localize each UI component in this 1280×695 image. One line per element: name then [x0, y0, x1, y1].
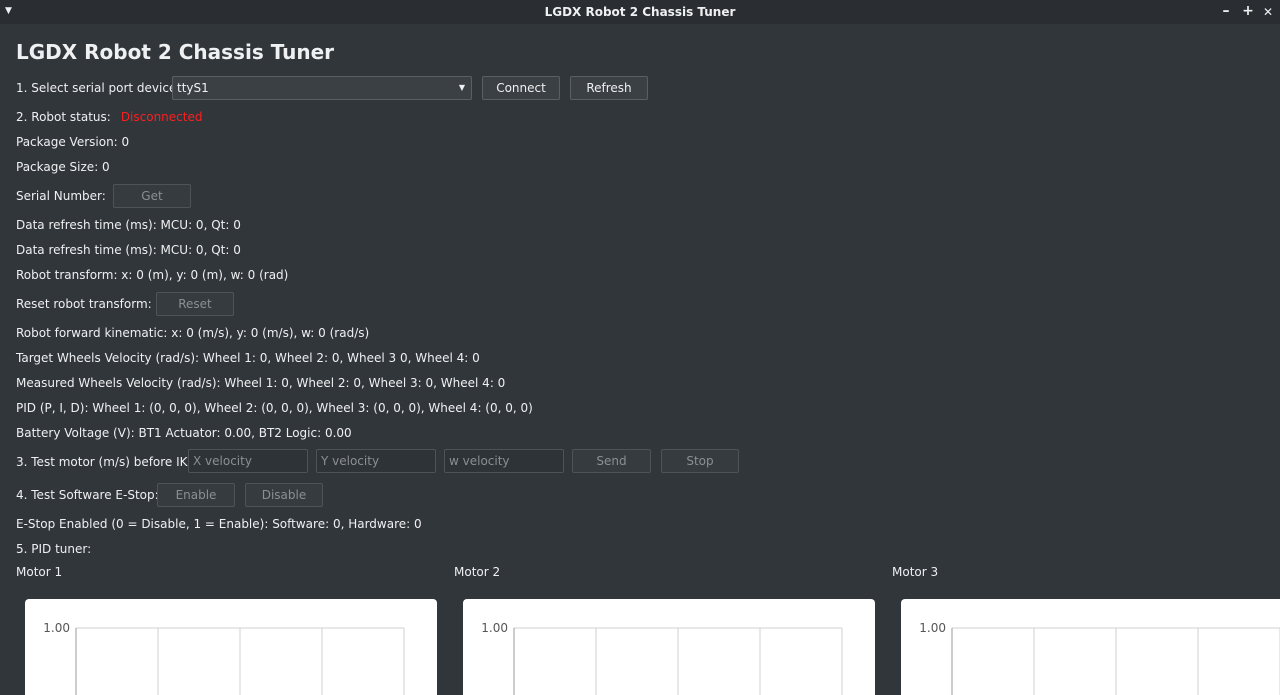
status-row: 2. Robot status: Disconnected	[16, 107, 202, 127]
serial-number-label: Serial Number:	[16, 189, 106, 203]
estop-label: 4. Test Software E-Stop:	[16, 488, 159, 502]
motor-3-chart: 1.00	[901, 599, 1280, 695]
measured-velocity: Measured Wheels Velocity (rad/s): Wheel …	[16, 376, 506, 390]
send-button[interactable]: Send	[572, 449, 651, 473]
maximize-icon[interactable]: +	[1241, 3, 1255, 19]
refresh-time-1: Data refresh time (ms): MCU: 0, Qt: 0	[16, 218, 241, 232]
chart-y-tick-label: 1.00	[919, 621, 946, 635]
motor-1-chart: 1.00	[25, 599, 437, 695]
app-title: LGDX Robot 2 Chassis Tuner	[16, 40, 335, 64]
minimize-icon[interactable]: –	[1219, 3, 1233, 19]
motor-3-chart-svg: 1.00	[919, 621, 1280, 695]
y-velocity-input[interactable]: Y velocity	[316, 449, 436, 473]
estop-enable-button[interactable]: Enable	[157, 483, 235, 507]
serial-port-value: ttyS1	[177, 81, 209, 95]
window-titlebar: ▼ LGDX Robot 2 Chassis Tuner – + ✕	[0, 0, 1280, 24]
motor-1-label: Motor 1	[16, 565, 63, 579]
reset-transform-button[interactable]: Reset	[156, 292, 234, 316]
refresh-button[interactable]: Refresh	[570, 76, 648, 100]
window-menu-icon[interactable]: ▼	[5, 6, 12, 16]
w-velocity-input[interactable]: w velocity	[444, 449, 564, 473]
serial-port-select[interactable]: ttyS1 ▼	[172, 76, 472, 100]
motor-2-chart: 1.00	[463, 599, 875, 695]
serial-label: 1. Select serial port device:	[16, 81, 181, 95]
chart-y-tick-label: 1.00	[481, 621, 508, 635]
motor-1-chart-svg: 1.00	[43, 621, 405, 695]
pid-tuner-label: 5. PID tuner:	[16, 542, 92, 556]
estop-state: E-Stop Enabled (0 = Disable, 1 = Enable)…	[16, 517, 422, 531]
close-icon[interactable]: ✕	[1261, 5, 1275, 19]
serial-row: 1. Select serial port device:	[16, 78, 180, 98]
window-title: LGDX Robot 2 Chassis Tuner	[544, 5, 736, 19]
estop-disable-button[interactable]: Disable	[245, 483, 323, 507]
motor-3-label: Motor 3	[892, 565, 939, 579]
test-motor-label: 3. Test motor (m/s) before IK:	[16, 455, 192, 469]
x-velocity-input[interactable]: X velocity	[188, 449, 308, 473]
motor-2-label: Motor 2	[454, 565, 501, 579]
status-label: 2. Robot status:	[16, 110, 111, 124]
stop-button[interactable]: Stop	[661, 449, 739, 473]
get-serial-button[interactable]: Get	[113, 184, 191, 208]
battery-voltage: Battery Voltage (V): BT1 Actuator: 0.00,…	[16, 426, 352, 440]
robot-transform: Robot transform: x: 0 (m), y: 0 (m), w: …	[16, 268, 289, 282]
package-version: Package Version: 0	[16, 135, 130, 149]
reset-transform-label: Reset robot transform:	[16, 297, 152, 311]
pid-values: PID (P, I, D): Wheel 1: (0, 0, 0), Wheel…	[16, 401, 533, 415]
chevron-down-icon: ▼	[458, 83, 465, 92]
chart-y-tick-label: 1.00	[43, 621, 70, 635]
target-velocity: Target Wheels Velocity (rad/s): Wheel 1:…	[16, 351, 480, 365]
motor-2-chart-svg: 1.00	[481, 621, 843, 695]
forward-kinematic: Robot forward kinematic: x: 0 (m/s), y: …	[16, 326, 370, 340]
refresh-time-2: Data refresh time (ms): MCU: 0, Qt: 0	[16, 243, 241, 257]
status-badge: Disconnected	[120, 110, 203, 124]
package-size: Package Size: 0	[16, 160, 110, 174]
connect-button[interactable]: Connect	[482, 76, 560, 100]
